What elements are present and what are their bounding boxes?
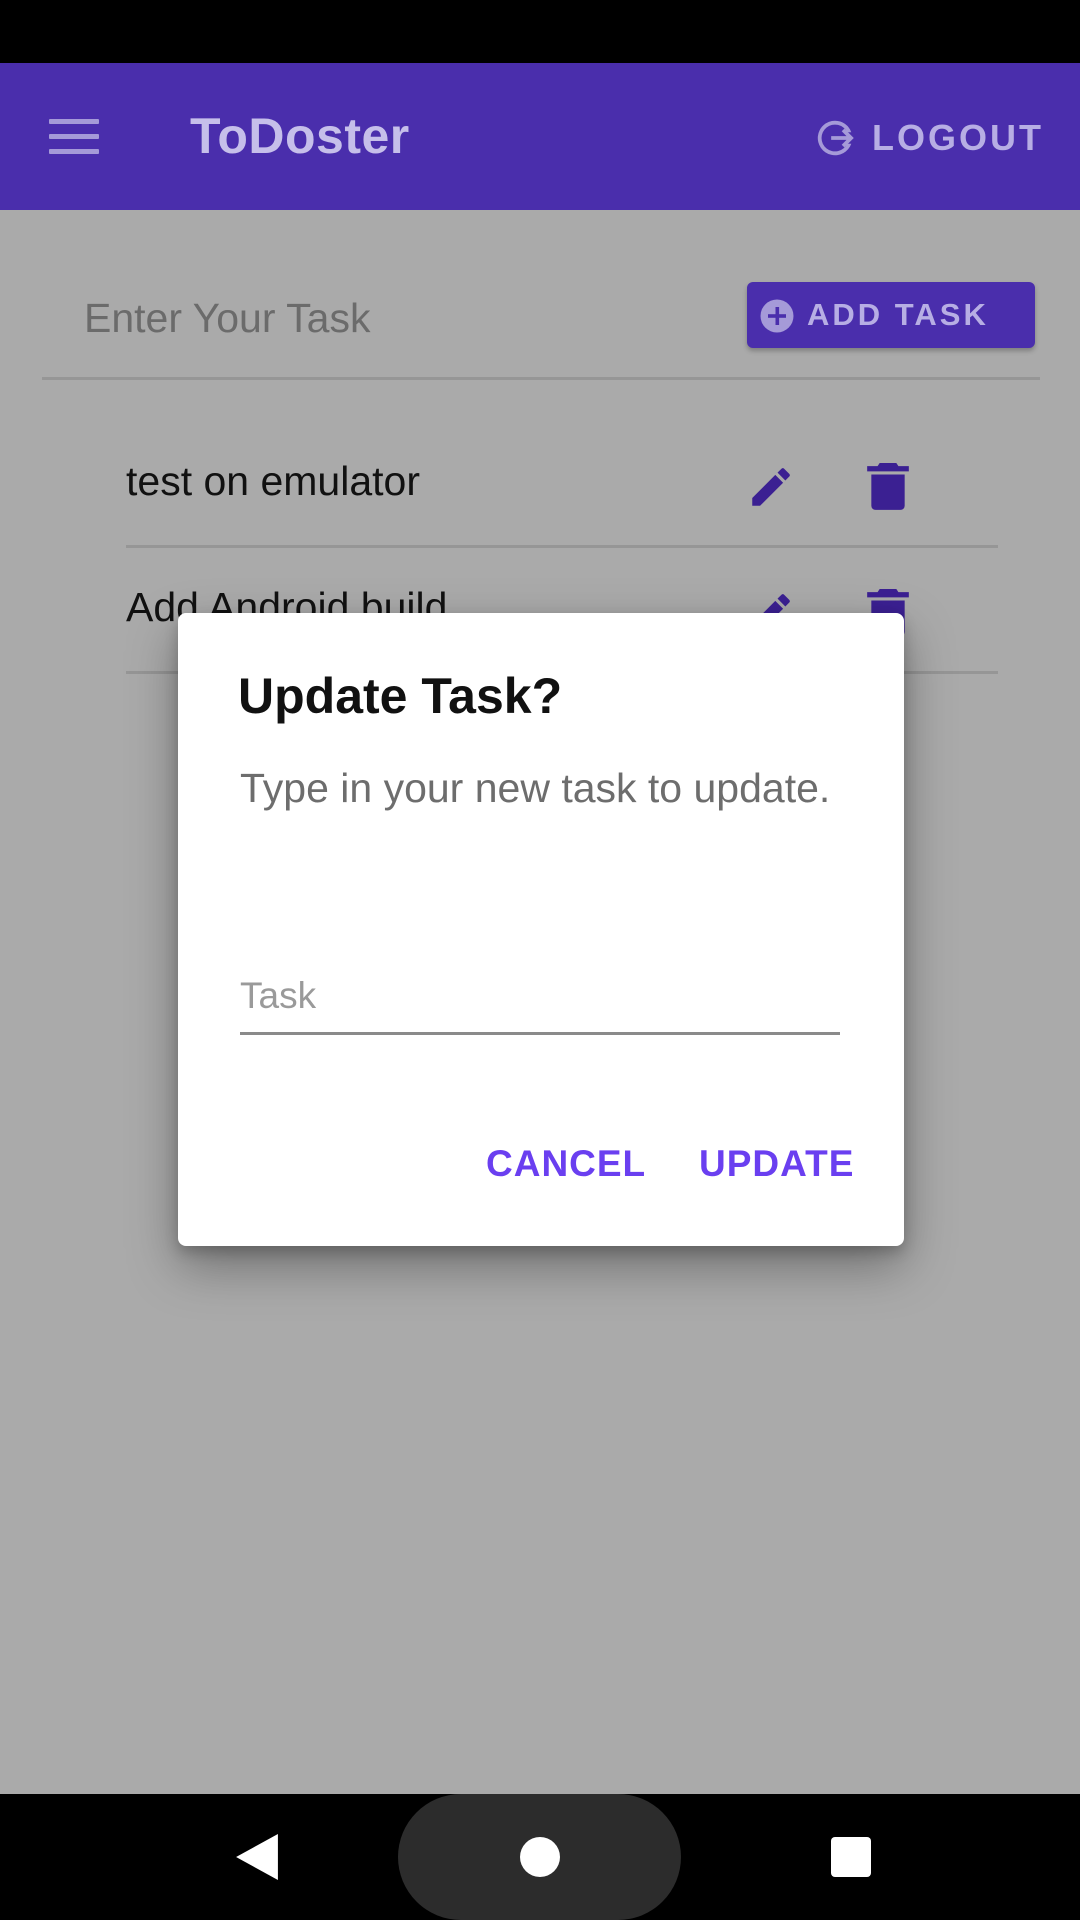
update-task-dialog: Update Task? Type in your new task to up… [178, 613, 904, 1246]
dialog-title: Update Task? [238, 668, 563, 724]
delete-icon[interactable] [866, 462, 910, 512]
app-bar: ToDoster LOGOUT [0, 63, 1080, 210]
logout-button[interactable]: LOGOUT [812, 111, 1044, 165]
add-task-label: ADD TASK [807, 297, 989, 332]
edit-icon[interactable] [746, 462, 796, 512]
add-circle-icon [760, 299, 794, 333]
task-text: test on emulator [126, 458, 420, 504]
logout-label: LOGOUT [872, 117, 1044, 158]
app-title: ToDoster [190, 108, 410, 164]
task-input[interactable] [84, 288, 684, 348]
list-item: test on emulator [126, 422, 998, 548]
recent-apps-icon[interactable] [831, 1837, 871, 1877]
cancel-button[interactable]: CANCEL [486, 1143, 646, 1185]
dialog-task-field [240, 953, 840, 1035]
navigation-bar [0, 1794, 1080, 1920]
dialog-task-input[interactable] [240, 971, 840, 1021]
add-task-button[interactable]: ADD TASK [747, 282, 1035, 348]
back-icon[interactable] [236, 1834, 278, 1880]
logout-icon [817, 120, 854, 156]
task-entry-row: ADD TASK [42, 258, 1040, 380]
update-button[interactable]: UPDATE [699, 1143, 854, 1185]
home-icon[interactable] [520, 1837, 560, 1877]
dialog-message: Type in your new task to update. [240, 765, 831, 811]
status-bar [0, 0, 1080, 63]
menu-icon[interactable] [49, 119, 99, 155]
